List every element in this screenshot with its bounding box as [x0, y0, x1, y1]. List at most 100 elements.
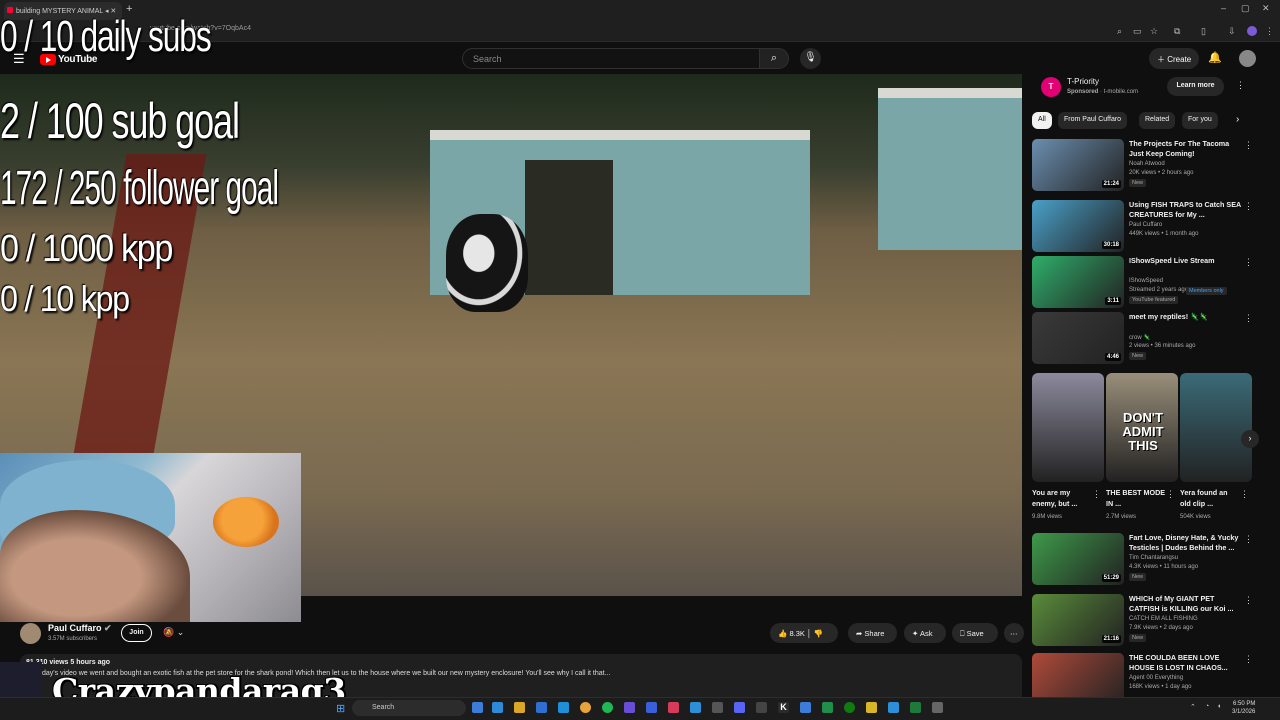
rec-channel[interactable]: CATCH EM ALL FISHING — [1129, 616, 1198, 622]
chrome-icon[interactable] — [580, 702, 591, 713]
search-input[interactable]: Search — [462, 48, 760, 69]
account-avatar[interactable] — [1239, 50, 1256, 67]
app-icon[interactable] — [646, 702, 657, 713]
sidebar-icon[interactable]: ▯ — [1201, 26, 1206, 37]
app-icon[interactable] — [932, 702, 943, 713]
rec-thumbnail[interactable]: 21:24 — [1032, 139, 1124, 191]
rec-channel[interactable]: Noah Atwood — [1129, 161, 1165, 167]
thumbs-down-icon[interactable]: 👎 — [814, 629, 823, 638]
short-more-icon[interactable]: ⋮ — [1240, 489, 1249, 500]
cast-icon[interactable]: ▭ — [1133, 26, 1142, 37]
close-window-button[interactable]: ✕ — [1262, 3, 1270, 14]
rec-more-icon[interactable]: ⋮ — [1244, 313, 1253, 324]
chevron-right-icon[interactable]: › — [1236, 114, 1239, 125]
short-title-3[interactable]: Yera found an old clip ... — [1180, 487, 1240, 509]
app-icon[interactable] — [822, 702, 833, 713]
rec-more-icon[interactable]: ⋮ — [1244, 201, 1253, 212]
notifications-bell-icon[interactable]: 🔔 — [1208, 51, 1222, 64]
app-icon[interactable] — [624, 702, 635, 713]
edge-icon[interactable] — [492, 702, 503, 713]
short-thumb-1[interactable] — [1032, 373, 1104, 482]
rec-thumbnail[interactable]: 21:16 — [1032, 594, 1124, 646]
rec-more-icon[interactable]: ⋮ — [1244, 257, 1253, 268]
app-icon[interactable] — [888, 702, 899, 713]
rec-more-icon[interactable]: ⋮ — [1244, 534, 1253, 545]
browser-profile-avatar[interactable] — [1247, 26, 1257, 36]
browser-menu-icon[interactable]: ⋮ — [1265, 26, 1274, 37]
rec-title[interactable]: THE COULDA BEEN LOVE HOUSE IS LOST IN CH… — [1129, 653, 1241, 673]
downloads-icon[interactable]: ⇩ — [1228, 26, 1236, 37]
short-more-icon[interactable]: ⋮ — [1166, 489, 1175, 500]
rec-thumbnail[interactable]: 30:18 — [1032, 200, 1124, 252]
short-title-1[interactable]: You are my enemy, but ... — [1032, 487, 1092, 509]
rec-more-icon[interactable]: ⋮ — [1244, 654, 1253, 665]
wifi-icon[interactable]: ◔ — [1205, 703, 1209, 710]
chip-from-channel[interactable]: From Paul Cuffaro — [1058, 112, 1128, 129]
extensions-icon[interactable]: ⧉ — [1174, 26, 1180, 37]
maximize-button[interactable]: ▢ — [1241, 3, 1250, 14]
short-thumb-3[interactable] — [1180, 373, 1252, 482]
voice-search-button[interactable]: 🎙 — [800, 48, 821, 69]
ad-title[interactable]: T-Priority — [1067, 77, 1099, 86]
short-title-2[interactable]: THE BEST MODE IN ... — [1106, 487, 1166, 509]
rec-title[interactable]: Fart Love, Disney Hate, & Yucky Testicle… — [1129, 533, 1241, 553]
rec-channel[interactable]: Agent 00 Everything — [1129, 675, 1183, 681]
xbox-icon[interactable] — [844, 702, 855, 713]
rec-title[interactable]: meet my reptiles! 🦎🦎 — [1129, 312, 1241, 322]
rec-channel[interactable]: Tim Chantarangsu — [1129, 555, 1178, 561]
ask-button[interactable]: ✦ Ask — [904, 623, 946, 643]
excel-icon[interactable] — [910, 702, 921, 713]
minimize-button[interactable]: – — [1221, 3, 1226, 13]
short-more-icon[interactable]: ⋮ — [1092, 489, 1101, 500]
learn-more-button[interactable]: Learn more — [1167, 77, 1224, 96]
zoom-icon[interactable]: ⌕ — [1117, 26, 1122, 37]
steam-icon[interactable] — [756, 702, 767, 713]
app-icon[interactable] — [668, 702, 679, 713]
app-icon[interactable] — [690, 702, 701, 713]
more-actions-icon[interactable]: ⋯ — [1004, 623, 1024, 643]
app-icon[interactable] — [800, 702, 811, 713]
short-thumb-2[interactable]: DON'T ADMIT THIS — [1106, 373, 1178, 482]
tray-chevron-icon[interactable]: ⌃ — [1190, 703, 1196, 711]
file-explorer-icon[interactable] — [514, 702, 525, 713]
share-button[interactable]: ➦ Share — [848, 623, 897, 643]
task-view-icon[interactable] — [472, 702, 483, 713]
windows-start-icon[interactable]: ⊞ — [336, 702, 345, 715]
spotify-icon[interactable] — [602, 702, 613, 713]
rec-thumbnail[interactable]: 51:29 — [1032, 533, 1124, 585]
rec-thumbnail[interactable]: 3:11 — [1032, 256, 1124, 308]
taskbar-clock[interactable]: 6:50 PM 3/1/2026 — [1232, 700, 1255, 716]
rec-channel[interactable]: Paul Cuffaro — [1129, 222, 1162, 228]
rec-channel[interactable]: crow 🦎 — [1129, 334, 1151, 341]
bookmark-star-icon[interactable]: ☆ — [1150, 26, 1158, 37]
save-button[interactable]: ⎕ Save — [952, 623, 998, 643]
chip-related[interactable]: Related — [1139, 112, 1176, 129]
rec-channel[interactable]: IShowSpeed — [1129, 278, 1163, 284]
subscribed-bell-icon[interactable]: 🔕 ⌄ — [163, 627, 184, 638]
rec-title[interactable]: IShowSpeed Live Stream — [1129, 256, 1241, 266]
rec-more-icon[interactable]: ⋮ — [1244, 140, 1253, 151]
like-button[interactable]: 👍 8.3K │ 👎 — [770, 623, 838, 643]
create-button[interactable]: ＋ Create — [1149, 48, 1199, 69]
discord-icon[interactable] — [734, 702, 745, 713]
rec-thumbnail[interactable]: 4:46 — [1032, 312, 1124, 364]
taskbar-search[interactable]: Search — [352, 700, 466, 716]
rec-title[interactable]: Using FISH TRAPS to Catch SEA CREATURES … — [1129, 200, 1241, 220]
rec-title[interactable]: The Projects For The Tacoma Just Keep Co… — [1129, 139, 1241, 159]
channel-name[interactable]: Paul Cuffaro ✔ — [48, 623, 112, 634]
search-button[interactable]: ⌕ — [759, 48, 789, 69]
join-button[interactable]: Join — [121, 624, 152, 642]
app-icon[interactable] — [712, 702, 723, 713]
app-icon[interactable] — [866, 702, 877, 713]
channel-avatar[interactable] — [20, 623, 41, 644]
chip-for-you[interactable]: For you — [1182, 112, 1218, 129]
rec-more-icon[interactable]: ⋮ — [1244, 595, 1253, 606]
volume-icon[interactable]: ◖ — [1217, 703, 1221, 710]
chip-all[interactable]: All — [1032, 112, 1052, 129]
browser-icon[interactable] — [558, 702, 569, 713]
ad-more-icon[interactable]: ⋮ — [1236, 80, 1245, 91]
kick-icon[interactable]: K — [778, 702, 789, 713]
rec-title[interactable]: WHICH of My GIANT PET CATFISH is KILLING… — [1129, 594, 1241, 614]
shorts-next-chevron-icon[interactable]: › — [1241, 430, 1259, 448]
store-icon[interactable] — [536, 702, 547, 713]
